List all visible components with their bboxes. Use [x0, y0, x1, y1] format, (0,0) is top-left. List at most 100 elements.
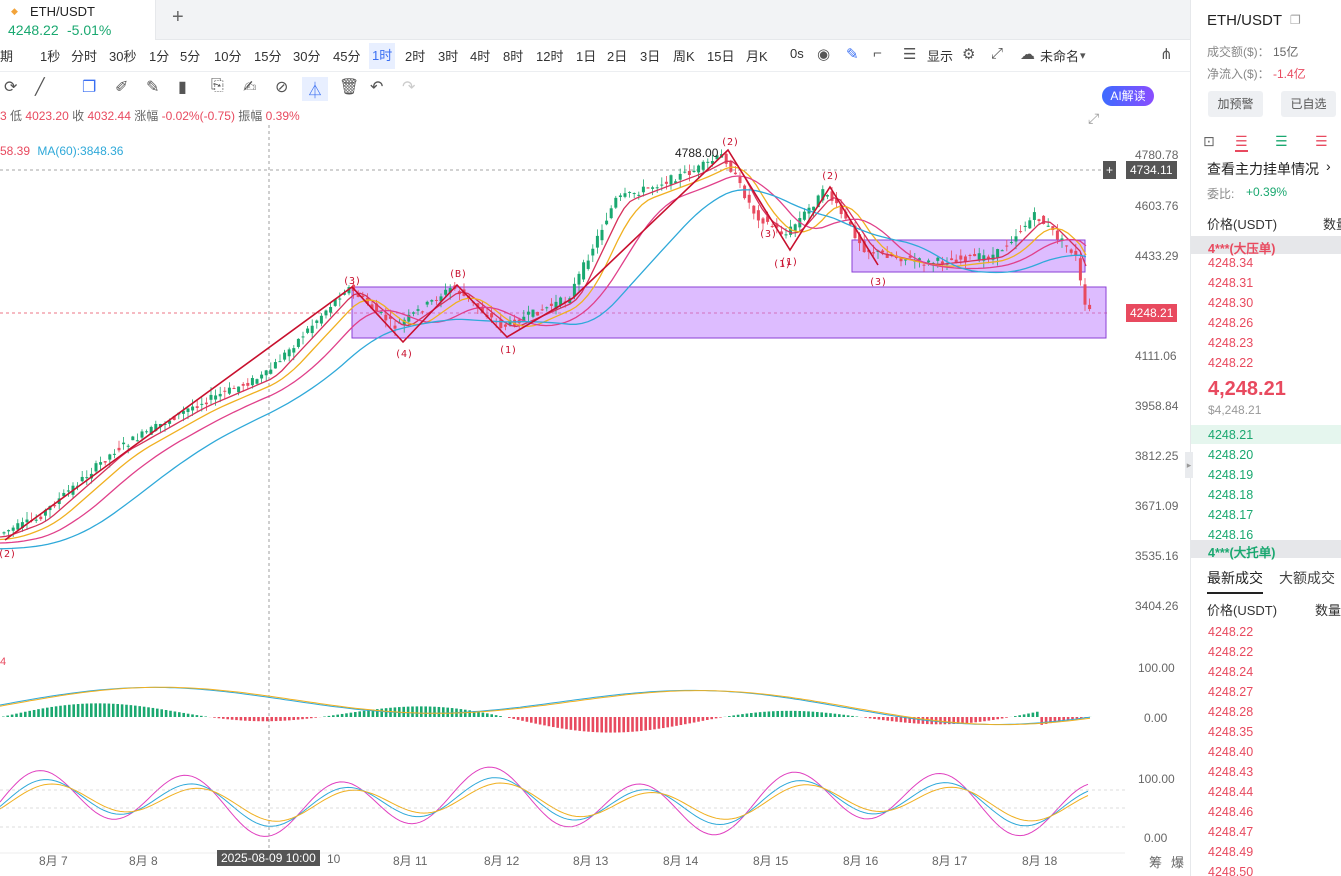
clipboard-icon[interactable]: ⎘ [211, 77, 224, 95]
tf-1s[interactable]: 1秒 [40, 46, 60, 65]
macd-bar [1027, 713, 1030, 717]
add-alert-button[interactable]: 加预警 [1208, 91, 1263, 117]
tf-15d[interactable]: 15日 [707, 46, 734, 65]
undo-icon[interactable]: ↶ [370, 77, 383, 97]
tf-30m[interactable]: 30分 [293, 46, 320, 65]
macd-bar [10, 714, 14, 717]
candle-icon[interactable]: ▮ [178, 77, 187, 97]
candle-body [701, 161, 705, 170]
ask-row[interactable]: 4248.30 [1208, 296, 1253, 310]
tf-period[interactable]: 期 [0, 46, 13, 65]
list-icon[interactable]: ☰ [903, 45, 916, 63]
macd-bar [406, 706, 410, 717]
bid-row[interactable]: 4248.17 [1208, 508, 1253, 522]
inflow-label: 净流入($)： [1207, 67, 1270, 81]
pen-icon[interactable]: ✎ [846, 45, 859, 63]
tf-1h[interactable]: 1时 [369, 43, 396, 69]
bid-view-icon[interactable]: ☰ [1275, 133, 1288, 150]
tf-1m[interactable]: 1分 [149, 46, 169, 65]
chevron-down-icon[interactable]: ▾ [1080, 49, 1086, 62]
add-alert-plus-icon[interactable]: + [1103, 161, 1117, 179]
tf-10m[interactable]: 10分 [214, 46, 241, 65]
copy-icon[interactable]: ❐ [1290, 13, 1301, 27]
tf-timeshare[interactable]: 分时 [71, 46, 97, 65]
tf-3h[interactable]: 3时 [438, 46, 458, 65]
trash-icon[interactable]: 🗑 [339, 77, 359, 97]
ask-row[interactable]: 4248.23 [1208, 336, 1253, 350]
add-tab-button[interactable]: + [172, 6, 184, 29]
macd-bar [164, 710, 168, 717]
fullscreen-icon[interactable]: ⤢ [991, 45, 1003, 62]
macd-bar [59, 705, 62, 717]
large-trades-tab[interactable]: 大额成交 [1279, 568, 1335, 588]
candle-body [770, 226, 774, 228]
ask-row[interactable]: 4248.22 [1208, 356, 1253, 370]
macd-bar [147, 707, 150, 717]
cloud-icon[interactable]: ☁ [1020, 45, 1035, 63]
x-axis-label: 8月 17 [932, 854, 968, 868]
tf-0s[interactable]: 0s [790, 46, 804, 61]
macd-bar [587, 717, 590, 732]
camera-icon[interactable]: ◉ [817, 45, 830, 63]
macd-bar [824, 712, 828, 717]
tf-8h[interactable]: 8时 [503, 46, 523, 65]
collapse-handle[interactable]: ▸ [1185, 452, 1193, 478]
crop-icon[interactable]: ⌐ [873, 45, 882, 62]
depth-link[interactable]: 查看主力挂单情况 [1207, 159, 1319, 179]
candle-body [1019, 231, 1023, 233]
both-view-icon[interactable]: ☰ [1315, 133, 1328, 150]
line-tool-icon[interactable]: ╱ [35, 77, 45, 97]
display-menu[interactable]: 显示 [927, 46, 953, 65]
chevron-right-icon[interactable]: › [1326, 158, 1331, 174]
ask-row[interactable]: 4248.34 [1208, 256, 1253, 270]
latest-trades-tab[interactable]: 最新成交 [1207, 568, 1263, 594]
wave-line [4, 148, 879, 541]
macd-bar [244, 717, 247, 721]
chips-button[interactable]: 筹 [1149, 852, 1162, 871]
price-chart[interactable]: (2)(3)(4)(B)(1)(2)(3)(1)(2)(3)(1) [0, 105, 1190, 876]
bid-row[interactable]: 4248.20 [1208, 448, 1253, 462]
tf-3d[interactable]: 3日 [640, 46, 660, 65]
candle-body [292, 348, 296, 353]
bid-row[interactable]: 4248.19 [1208, 468, 1253, 482]
ask-row[interactable]: 4248.31 [1208, 276, 1253, 290]
bid-row[interactable]: 4248.21 [1208, 428, 1253, 442]
tf-45m[interactable]: 45分 [333, 46, 360, 65]
tf-1d[interactable]: 1日 [576, 46, 596, 65]
macd-bar [741, 714, 744, 717]
ask-view-icon[interactable]: ☰ [1235, 133, 1248, 152]
candle-body [145, 431, 149, 433]
tab-eth-usdt[interactable]: ◆ ETH/USDT 4248.22 -5.01% [0, 0, 156, 40]
tf-4h[interactable]: 4时 [470, 46, 490, 65]
ruler-icon[interactable]: ✐ [115, 77, 128, 97]
brush-icon[interactable]: ✎ [146, 77, 159, 97]
ask-row[interactable]: 4248.26 [1208, 316, 1253, 330]
tf-2d[interactable]: 2日 [607, 46, 627, 65]
layout-name[interactable]: 未命名 [1040, 46, 1079, 65]
liquidation-button[interactable]: 爆 [1171, 852, 1184, 871]
tf-5m[interactable]: 5分 [180, 46, 200, 65]
settings-icon[interactable]: ⚙ [962, 45, 975, 63]
favorite-button[interactable]: 已自选 [1281, 91, 1336, 117]
tf-12h[interactable]: 12时 [536, 46, 563, 65]
tf-15m[interactable]: 15分 [254, 46, 281, 65]
tf-week[interactable]: 周K [673, 46, 695, 65]
candle-body [204, 402, 208, 405]
macd-bar [640, 717, 643, 731]
book-view-icon[interactable]: ⊡ [1203, 133, 1215, 150]
bid-row[interactable]: 4248.18 [1208, 488, 1253, 502]
tf-2h[interactable]: 2时 [405, 46, 425, 65]
macd-bar [609, 717, 612, 733]
filter-icon[interactable]: ⏃ [302, 77, 329, 101]
macd-bar [358, 711, 361, 717]
share-icon[interactable]: ⋔ [1160, 45, 1173, 63]
redo-icon[interactable]: ↷ [402, 77, 415, 97]
copy-icon[interactable]: ❐ [82, 77, 96, 97]
last-price-usd: $4,248.21 [1208, 403, 1262, 417]
sync-icon[interactable]: ⟳ [4, 77, 17, 97]
tf-30s[interactable]: 30秒 [109, 46, 136, 65]
tf-month[interactable]: 月K [746, 46, 768, 65]
magnet-icon[interactable]: ⊘ [275, 77, 288, 97]
trade-row: 4248.22 [1208, 645, 1254, 659]
note-icon[interactable]: ✍ [243, 77, 256, 97]
